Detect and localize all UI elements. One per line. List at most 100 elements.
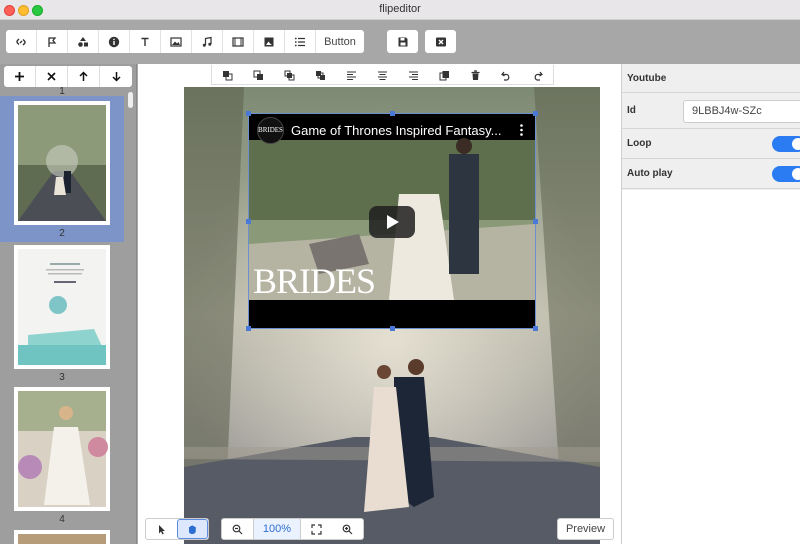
zoom-in-button[interactable]: [332, 519, 363, 539]
align-center-button[interactable]: [367, 65, 398, 85]
info-icon: [108, 36, 120, 47]
send-backward-button[interactable]: [305, 65, 336, 85]
undo-button[interactable]: [491, 65, 522, 85]
shapes-icon: [78, 36, 88, 47]
video-title[interactable]: Game of Thrones Inspired Fantasy...: [291, 123, 502, 138]
properties-section-title: Youtube: [622, 64, 800, 93]
resize-handle[interactable]: [246, 219, 251, 224]
add-page-button[interactable]: [4, 66, 36, 87]
page-thumbnail-4[interactable]: 4: [0, 386, 124, 532]
bring-front-icon: [223, 70, 233, 80]
shapes-tool-button[interactable]: [68, 30, 99, 53]
play-button[interactable]: [369, 206, 415, 238]
bring-forward-icon: [284, 70, 295, 80]
image-tool-button[interactable]: [161, 30, 192, 53]
more-options-icon[interactable]: [520, 124, 523, 136]
save-group: [387, 30, 418, 53]
bookmark-tool-button[interactable]: [37, 30, 68, 53]
window-title: flipeditor: [379, 3, 421, 15]
properties-panel: Youtube Id 9LBBJ4w-SZc Loop Auto play: [621, 64, 800, 544]
undo-icon: [501, 71, 510, 81]
zoom-level[interactable]: 100%: [253, 519, 301, 539]
zoom-out-icon: [232, 524, 243, 534]
move-down-icon: [111, 72, 121, 82]
page-thumbnail-5[interactable]: [0, 530, 124, 544]
zoom-out-button[interactable]: [222, 519, 253, 539]
send-to-back-button[interactable]: [243, 65, 274, 85]
resize-handle[interactable]: [246, 111, 251, 116]
video-id-input[interactable]: 9LBBJ4w-SZc: [683, 100, 800, 123]
send-back-icon: [253, 70, 263, 80]
fit-screen-button[interactable]: [301, 519, 332, 539]
text-tool-button[interactable]: [130, 30, 161, 53]
duplicate-button[interactable]: [429, 65, 460, 85]
properties-empty-area: [622, 190, 800, 544]
text-icon: [141, 37, 149, 46]
send-backward-icon: [316, 70, 325, 80]
bring-to-front-button[interactable]: [212, 65, 243, 85]
pointer-tools: [145, 518, 209, 540]
page-number: 3: [59, 372, 65, 383]
pages-toolbar: [4, 66, 132, 87]
page-preview: [14, 530, 110, 544]
video-tool-button[interactable]: [223, 30, 254, 53]
resize-handle[interactable]: [533, 111, 538, 116]
page-thumbnail-2[interactable]: 2: [0, 96, 124, 242]
resize-handle[interactable]: [533, 219, 538, 224]
duplicate-icon: [439, 70, 449, 80]
loop-toggle[interactable]: [772, 136, 800, 152]
link-tool-button[interactable]: [6, 30, 37, 53]
video-icon: [232, 36, 244, 47]
arrange-toolbar: [211, 65, 554, 85]
page-preview: [14, 101, 110, 225]
photo-tool-button[interactable]: [254, 30, 285, 53]
video-header: BRIDES Game of Thrones Inspired Fantasy.…: [249, 114, 535, 146]
autoplay-toggle[interactable]: [772, 166, 800, 182]
move-page-up-button[interactable]: [68, 66, 100, 87]
info-tool-button[interactable]: [99, 30, 130, 53]
align-left-button[interactable]: [336, 65, 367, 85]
delete-button[interactable]: [460, 65, 491, 85]
fullscreen-icon: [311, 523, 322, 535]
zoom-tools: 100%: [221, 518, 364, 540]
list-icon: [294, 37, 305, 46]
pages-panel: 1 2 3 4: [0, 64, 137, 544]
resize-handle[interactable]: [390, 111, 395, 116]
loop-row: Loop: [622, 129, 800, 159]
page-thumbnail-3[interactable]: 3: [0, 242, 124, 388]
title-bar: flipeditor: [0, 0, 800, 20]
align-center-icon: [378, 70, 387, 80]
pages-scrollbar[interactable]: [128, 92, 133, 108]
hand-tool-button[interactable]: [177, 519, 208, 539]
list-tool-button[interactable]: [285, 30, 316, 53]
page-preview: [14, 245, 110, 369]
id-row: Id 9LBBJ4w-SZc: [622, 93, 800, 129]
resize-handle[interactable]: [390, 326, 395, 331]
page-preview: [14, 387, 110, 511]
image-icon: [170, 36, 182, 47]
youtube-video-element[interactable]: BRIDES Game of Thrones Inspired Fantasy.…: [246, 111, 538, 331]
id-label: Id: [627, 105, 636, 116]
bring-forward-button[interactable]: [274, 65, 305, 85]
preview-button[interactable]: Preview: [557, 518, 614, 540]
zoom-in-icon: [342, 524, 353, 534]
resize-handle[interactable]: [246, 326, 251, 331]
save-button[interactable]: [387, 30, 418, 53]
channel-logo[interactable]: BRIDES: [257, 116, 284, 144]
align-left-icon: [347, 70, 356, 80]
remove-page-button[interactable]: [36, 66, 68, 87]
remove-icon: [47, 72, 56, 81]
add-icon: [15, 72, 24, 81]
resize-handle[interactable]: [533, 326, 538, 331]
select-tool-button[interactable]: [146, 519, 177, 539]
close-button[interactable]: [425, 30, 456, 53]
button-tool-button[interactable]: Button: [316, 30, 364, 53]
move-up-icon: [79, 71, 88, 81]
redo-button[interactable]: [522, 65, 553, 85]
audio-tool-button[interactable]: [192, 30, 223, 53]
save-icon: [398, 37, 407, 46]
insert-tools: Button: [6, 30, 364, 53]
align-right-button[interactable]: [398, 65, 429, 85]
photo-icon: [264, 37, 274, 46]
move-page-down-button[interactable]: [100, 66, 132, 87]
